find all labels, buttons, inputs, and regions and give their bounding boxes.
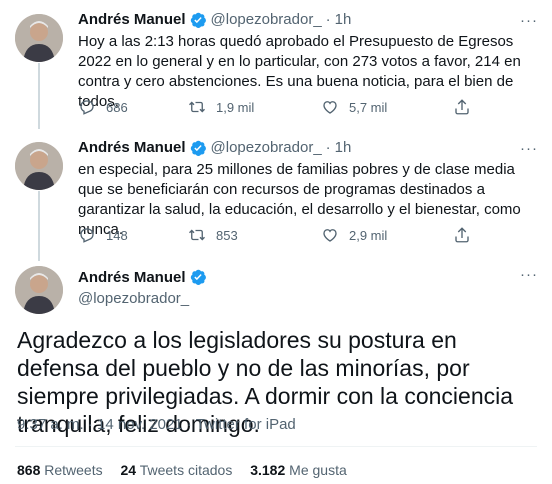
retweets-count: 868 [17,462,41,478]
reply-button[interactable]: 686 [78,98,128,116]
retweets-label: Retweets [44,462,103,478]
retweet-count: 853 [216,227,238,243]
retweets-stat[interactable]: 868 Retweets [17,462,103,478]
retweet-icon [189,229,205,241]
reply-count: 686 [106,99,128,115]
tweet-meta[interactable]: 9:37 a. m. · 14 nov. 2021 · Twitter for … [17,416,296,433]
quotes-stat[interactable]: 24 Tweets citados [121,462,233,478]
likes-stat[interactable]: 3.182 Me gusta [250,462,347,478]
more-icon[interactable]: ··· [520,12,538,29]
author-handle[interactable]: @lopezobrador_ [78,290,189,307]
engagement-stats: 868 Retweets 24 Tweets citados 3.182 Me … [17,462,361,478]
like-count: 2,9 mil [349,227,388,243]
tweet-1[interactable]: Andrés Manuel @lopezobrador_ · 1h ··· Ho… [0,10,552,128]
more-icon[interactable]: ··· [520,140,538,157]
quotes-count: 24 [120,462,137,478]
like-icon [323,229,337,242]
like-button[interactable]: 5,7 mil [321,98,387,116]
quotes-label: Tweets citados [139,462,233,478]
reply-count: 148 [106,227,128,243]
author-handle[interactable]: @lopezobrador_ [211,138,322,158]
reply-icon [80,228,94,243]
reply-icon [80,100,94,115]
share-button[interactable] [453,226,471,244]
author-name[interactable]: Andrés Manuel [78,269,186,286]
tweet-time[interactable]: 1h [335,10,352,30]
tweet-time[interactable]: 1h [335,138,352,158]
like-button[interactable]: 2,9 mil [321,226,387,244]
likes-label: Me gusta [289,462,347,478]
tweet-2[interactable]: Andrés Manuel @lopezobrador_ · 1h ··· en… [0,138,552,256]
author-name[interactable]: Andrés Manuel [78,10,186,30]
divider [15,446,537,447]
share-button[interactable] [453,98,471,116]
author-name[interactable]: Andrés Manuel [78,138,186,158]
likes-count: 3.182 [250,462,286,478]
more-icon[interactable]: ··· [520,266,538,283]
retweet-icon [189,101,205,113]
share-icon [455,99,469,115]
separator-dot: · [325,139,331,156]
avatar[interactable] [15,142,63,190]
author-handle[interactable]: @lopezobrador_ [211,10,322,30]
verified-badge-icon [190,12,206,28]
avatar[interactable] [15,14,63,62]
retweet-count: 1,9 mil [216,99,255,115]
reply-button[interactable]: 148 [78,226,128,244]
retweet-button[interactable]: 853 [188,226,238,244]
like-icon [323,101,337,114]
main-tweet: Andrés Manuel @lopezobrador_ ··· Agradez… [0,262,552,484]
verified-badge-icon [190,269,206,285]
like-count: 5,7 mil [349,99,388,115]
verified-badge-icon [190,140,206,156]
separator-dot: · [325,11,331,28]
retweet-button[interactable]: 1,9 mil [188,98,254,116]
avatar[interactable] [15,266,63,314]
share-icon [455,227,469,243]
